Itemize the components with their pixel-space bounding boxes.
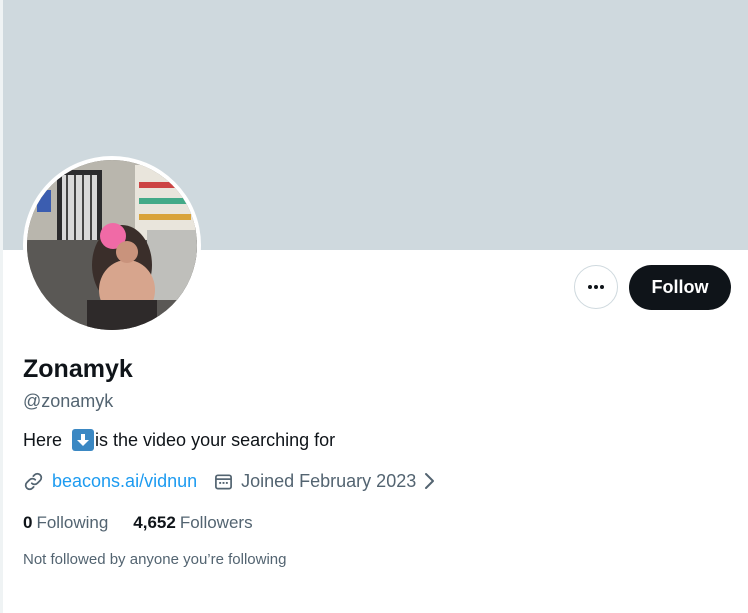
calendar-icon	[214, 472, 233, 491]
follow-button[interactable]: Follow	[629, 265, 731, 310]
user-handle: @zonamyk	[23, 391, 114, 411]
more-options-button[interactable]	[574, 265, 618, 309]
profile-meta: beacons.ai/vidnun Joined February 2023	[23, 469, 436, 493]
link-icon	[23, 471, 44, 492]
profile-bio: Here is the video your searching for	[23, 429, 335, 451]
chevron-right-icon[interactable]	[422, 472, 436, 490]
bio-text-start: Here	[23, 430, 68, 450]
avatar[interactable]	[23, 156, 201, 334]
following-count: 0	[23, 513, 33, 532]
bio-text-end: is the video your searching for	[95, 430, 336, 450]
avatar-image	[27, 160, 197, 330]
down-arrow-icon	[77, 434, 90, 446]
followers-link[interactable]: 4,652 Followers	[133, 512, 252, 534]
joined-date: Joined February 2023	[241, 470, 417, 491]
display-name: Zonamyk	[23, 355, 133, 383]
followers-label: Followers	[179, 513, 253, 532]
profile-website-link[interactable]: beacons.ai/vidnun	[52, 471, 197, 492]
avatar-photo	[27, 160, 197, 330]
followers-count: 4,652	[133, 513, 176, 532]
down-arrow-emoji	[72, 429, 95, 451]
social-context-text: Not followed by anyone you’re following	[23, 551, 287, 568]
more-horizontal-icon	[588, 285, 604, 289]
following-label: Following	[36, 513, 109, 532]
following-link[interactable]: 0 Following	[23, 512, 108, 534]
profile-page: Follow Zonamyk @zonamyk Here is the vide…	[0, 0, 748, 613]
profile-stats: 0 Following 4,652 Followers	[23, 512, 253, 534]
